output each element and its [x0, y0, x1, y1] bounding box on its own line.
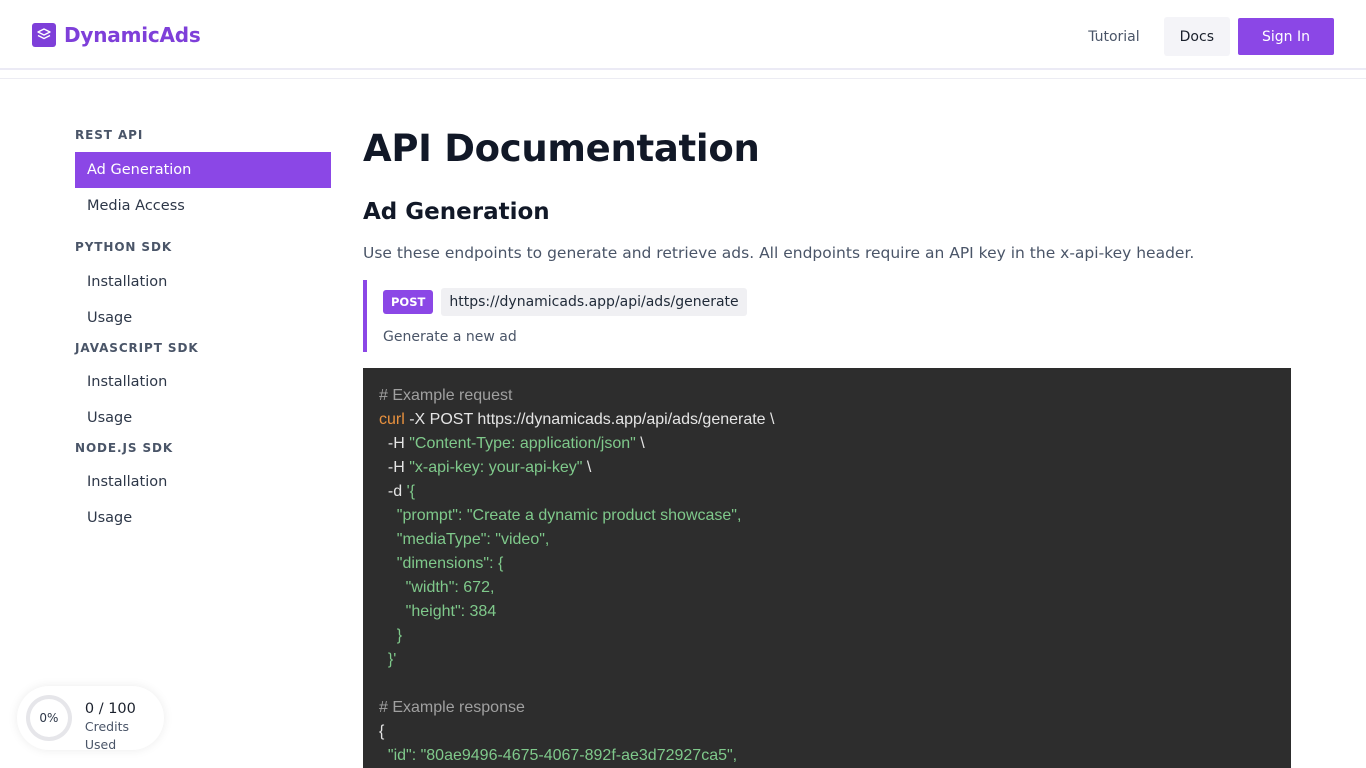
- http-method-badge: POST: [383, 290, 434, 314]
- code-token-plain: -H: [379, 459, 410, 476]
- sidebar-section-rest-api: REST API: [75, 128, 144, 142]
- sidebar-item-nodejs-installation[interactable]: Installation: [75, 464, 331, 500]
- sidebar-section-nodejs-sdk: NODE.JS SDK: [75, 441, 174, 455]
- code-block[interactable]: # Example request curl -X POST https://d…: [363, 368, 1291, 768]
- top-navbar: DynamicAds Tutorial Docs Sign In: [0, 0, 1366, 70]
- code-line: -H "Content-Type: application/json" \: [379, 432, 1275, 456]
- code-line: {: [379, 723, 385, 740]
- sidebar-item-python-usage[interactable]: Usage: [75, 300, 331, 336]
- nav-docs-link[interactable]: Docs: [1163, 17, 1230, 56]
- brand-logo[interactable]: DynamicAds: [32, 23, 201, 47]
- code-line: # Example response: [379, 699, 525, 716]
- nav-menu: Tutorial Docs Sign In: [1064, 17, 1334, 56]
- code-line: }': [379, 651, 397, 668]
- code-line: "width": 672,: [379, 579, 495, 596]
- code-token-plain: \: [582, 459, 592, 476]
- sidebar-item-nodejs-usage[interactable]: Usage: [75, 500, 331, 536]
- sidebar-item-media-access[interactable]: Media Access: [75, 188, 331, 224]
- credits-label: Credits Used: [84, 719, 129, 752]
- header-divider: [0, 78, 1366, 79]
- layers-icon: [32, 23, 56, 47]
- sidebar-item-ad-generation[interactable]: Ad Generation: [75, 152, 331, 188]
- brand-name: DynamicAds: [64, 23, 201, 47]
- code-line: -d '{: [379, 480, 1275, 504]
- credits-count: 0 / 100: [84, 701, 136, 717]
- credits-percent: 0%: [39, 711, 59, 725]
- page-title: API Documentation: [363, 127, 760, 170]
- code-token-string: '{: [406, 483, 415, 500]
- code-token-plain: -X POST https://dynamicads.app/api/ads/g…: [404, 411, 775, 428]
- sidebar-section-python-sdk: PYTHON SDK: [75, 240, 173, 254]
- docs-sidebar: REST API Ad Generation Media Access PYTH…: [75, 118, 331, 536]
- code-token-string: "id": "80ae9496-4675-4067-892f-ae3d72927…: [387, 747, 738, 764]
- code-line: curl -X POST https://dynamicads.app/api/…: [379, 408, 1275, 432]
- credits-progress-ring: 0%: [26, 695, 72, 741]
- code-token-string: "Content-Type: application/json": [409, 435, 636, 452]
- code-line: }: [379, 627, 403, 644]
- code-line: "dimensions": {: [379, 555, 504, 572]
- docs-content: API Documentation Ad Generation Use thes…: [363, 118, 1291, 768]
- code-token-command: curl: [379, 411, 405, 428]
- nav-tutorial-link[interactable]: Tutorial: [1072, 17, 1155, 56]
- sidebar-item-python-installation[interactable]: Installation: [75, 264, 331, 300]
- sidebar-section-javascript-sdk: JAVASCRIPT SDK: [75, 341, 199, 355]
- code-token-plain: -d: [379, 483, 407, 500]
- endpoint-url: https://dynamicads.app/api/ads/generate: [441, 288, 747, 316]
- code-token-string: "x-api-key: your-api-key": [409, 459, 583, 476]
- code-line: "prompt": "Create a dynamic product show…: [379, 507, 742, 524]
- sidebar-item-javascript-usage[interactable]: Usage: [75, 400, 331, 436]
- endpoint-description: Generate a new ad: [383, 329, 517, 345]
- code-line: "mediaType": "video",: [379, 531, 550, 548]
- endpoint-card: POST https://dynamicads.app/api/ads/gene…: [363, 280, 1291, 352]
- code-token-plain: -H: [379, 435, 410, 452]
- code-line: -H "x-api-key: your-api-key" \: [379, 456, 1275, 480]
- code-token-plain: \: [635, 435, 645, 452]
- code-line: "height": 384: [379, 603, 497, 620]
- section-heading: Ad Generation: [363, 199, 550, 225]
- code-line: "id": "80ae9496-4675-4067-892f-ae3d72927…: [379, 744, 1275, 768]
- sign-in-button[interactable]: Sign In: [1238, 18, 1334, 55]
- sidebar-item-javascript-installation[interactable]: Installation: [75, 364, 331, 400]
- section-intro: Use these endpoints to generate and retr…: [363, 244, 1195, 262]
- code-line: # Example request: [379, 387, 513, 404]
- credits-widget[interactable]: 0% 0 / 100 Credits Used: [17, 686, 164, 752]
